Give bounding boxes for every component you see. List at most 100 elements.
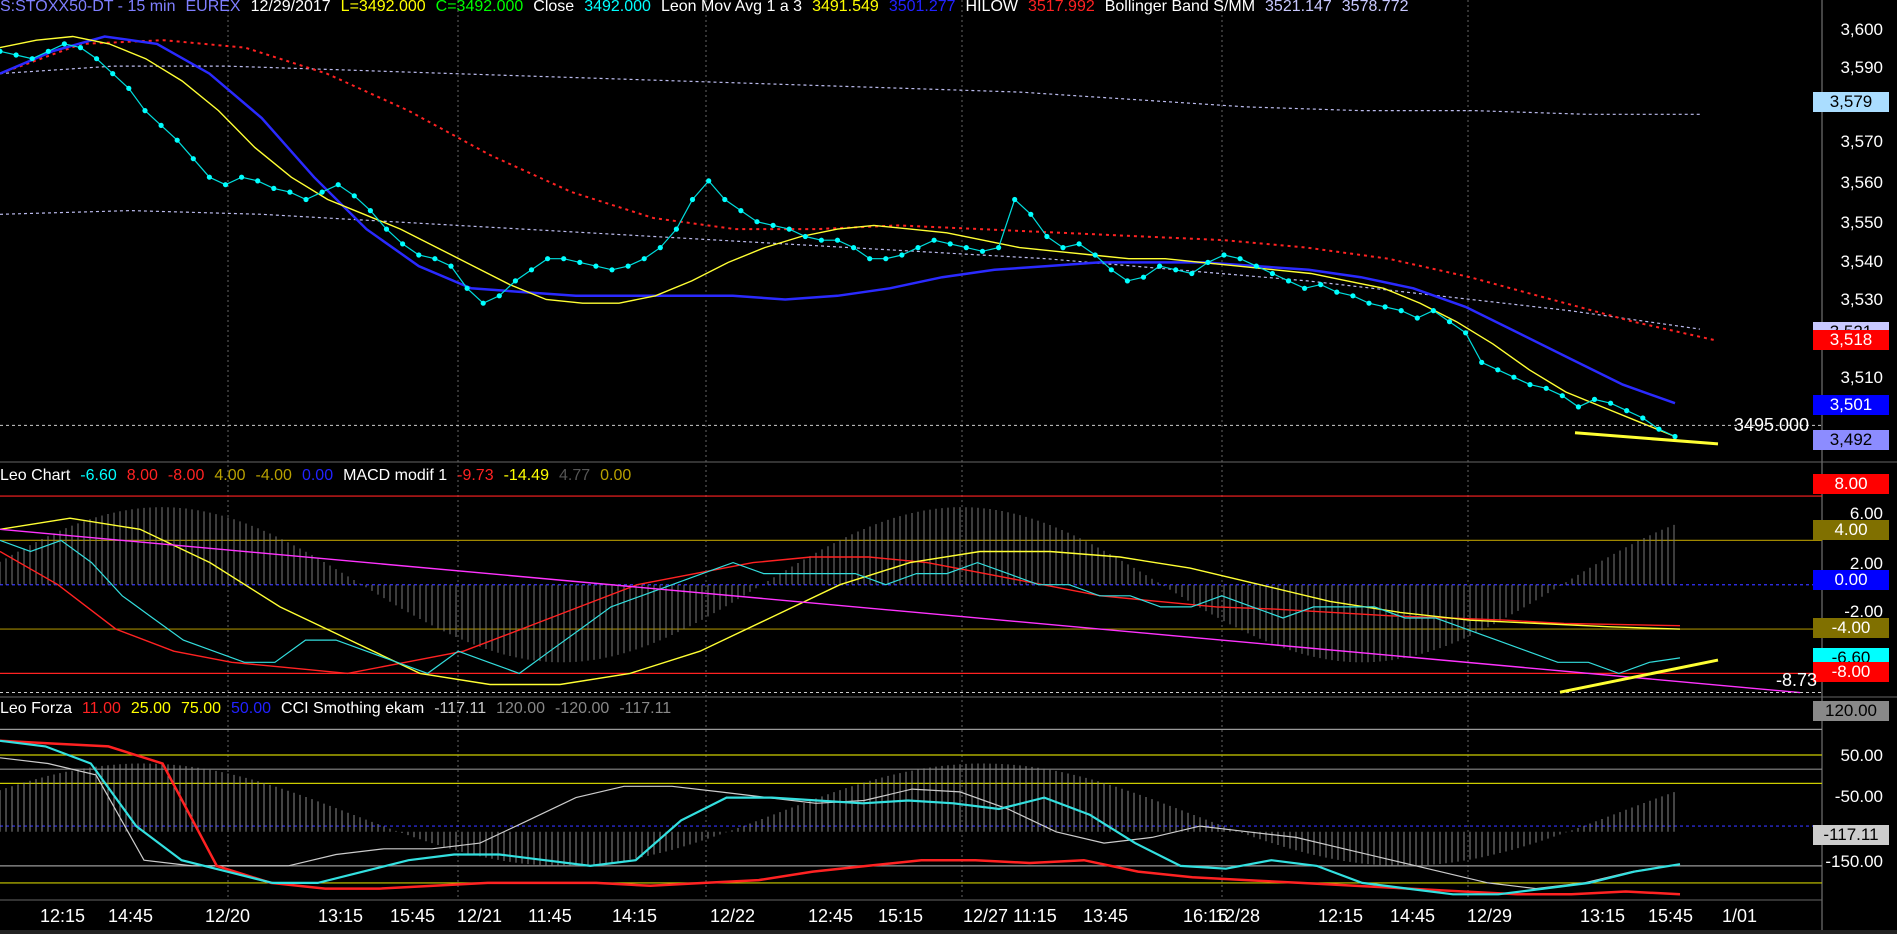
close-point [561,256,567,262]
close-point [496,293,502,299]
close-point [0,48,3,54]
close-point [1382,304,1388,310]
close-point [1672,433,1678,440]
x-tick-label: 15:45 [390,906,436,926]
close-point [158,122,164,128]
close-point [206,174,212,180]
y-tick-label: 3,510 [1840,368,1883,387]
close-point [61,41,67,47]
close-point [528,267,535,273]
close-point [641,256,647,262]
close-point [754,219,760,225]
x-tick-label: 11:45 [528,906,572,926]
legend-item: MACD modif 1 [343,467,448,484]
close-point [1334,289,1340,295]
legend-item: S:STOXX50-DT - 15 min [0,0,176,15]
close-point [142,108,148,114]
close-point [802,233,808,240]
close-point [1624,408,1630,414]
x-tick-label: 12/29 [1467,906,1513,926]
legend-item: 120.00 [496,700,546,717]
close-point [818,237,825,243]
close-point [94,56,100,62]
x-tick-label: 13:45 [1083,906,1129,926]
close-point [432,256,438,262]
close-point [1591,396,1598,402]
close-point [1028,211,1034,217]
legend-item: -14.49 [503,467,549,484]
close-point [931,237,937,243]
close-point [738,208,744,214]
legend-item: Leo Forza [0,700,73,717]
legend-item: 12/29/2017 [250,0,331,15]
close-point [222,182,229,188]
close-point [786,226,792,232]
y-tick-label: 3,570 [1840,132,1883,151]
close-point [1060,245,1066,251]
legend-item: -117.11 [434,700,487,717]
legend-item: 11.00 [82,700,121,717]
legend-item: 0.00 [301,467,334,484]
x-tick-label: 14:45 [108,906,154,926]
close-point [1189,270,1195,277]
close-point [1495,367,1501,373]
close-point [1366,300,1372,306]
price-legend: S:STOXX50-DT - 15 min EUREX 12/29/2017 L=34… [0,0,1419,16]
close-point [448,263,454,269]
close-point [1124,278,1130,284]
close-point [1269,270,1275,277]
close-point [915,245,921,251]
reference-label: -8.73 [1775,670,1817,690]
close-point [1446,319,1453,325]
hilow-line [0,39,1716,342]
ma-blue-line [0,35,1676,405]
close-point [174,137,180,143]
legend-item: Close [533,0,575,15]
close-point [1092,252,1098,258]
scroll-strip[interactable] [0,930,1897,934]
cci-legend: Leo Forza 11.00 25.00 75.00 50.00 CCI Smothin… [0,700,681,718]
legend-item: 3578.772 [1341,0,1409,15]
close-point [1608,400,1614,406]
close-point [1221,252,1227,258]
x-tick-label: 12/20 [205,906,251,926]
close-point [577,259,583,265]
close-point [303,196,309,203]
close-point [1575,404,1581,410]
legend-item: EUREX [185,0,241,15]
legend-item: 3521.147 [1265,0,1332,15]
close-point [1656,426,1662,432]
close-point [287,189,293,195]
legend-item: -117.11 [619,700,672,717]
x-tick-label: 12/27 11:15 [963,906,1057,926]
close-point [1318,282,1324,288]
value-tag: 4.00 [1813,520,1889,540]
value-tag: -117.11 [1813,825,1889,845]
legend-item: 75.00 [180,700,221,717]
close-point [1350,293,1356,299]
reference-label: 3495.000 [1733,415,1809,435]
close-point [963,245,969,251]
legend-item: -4.00 [255,467,292,484]
legend-item: 4.00 [214,467,246,484]
close-point [851,245,857,251]
macd-legend: Leo Chart -6.60 8.00 -8.00 4.00 -4.00 0.00 MACD… [0,467,641,485]
close-point [190,156,196,162]
legend-item: HILOW [965,0,1018,15]
close-point [1559,393,1565,399]
value-tag: 3,501 [1813,395,1889,415]
value-tag: 3,492 [1813,430,1889,450]
legend-item: L=3492.000 [340,0,426,15]
x-tick-label: 12:15 [40,906,86,926]
close-point [367,208,373,214]
bollinger-upper-line [0,65,1700,115]
close-point [1302,285,1308,291]
close-point [770,222,776,228]
macd-support-trendline [1559,658,1719,694]
y-tick-label: 3,590 [1840,58,1883,77]
close-point [545,256,551,262]
x-tick-label: 12:15 [1318,906,1364,926]
close-point [512,278,519,284]
legend-item: -9.73 [457,467,494,484]
legend-item: -120.00 [555,700,610,717]
